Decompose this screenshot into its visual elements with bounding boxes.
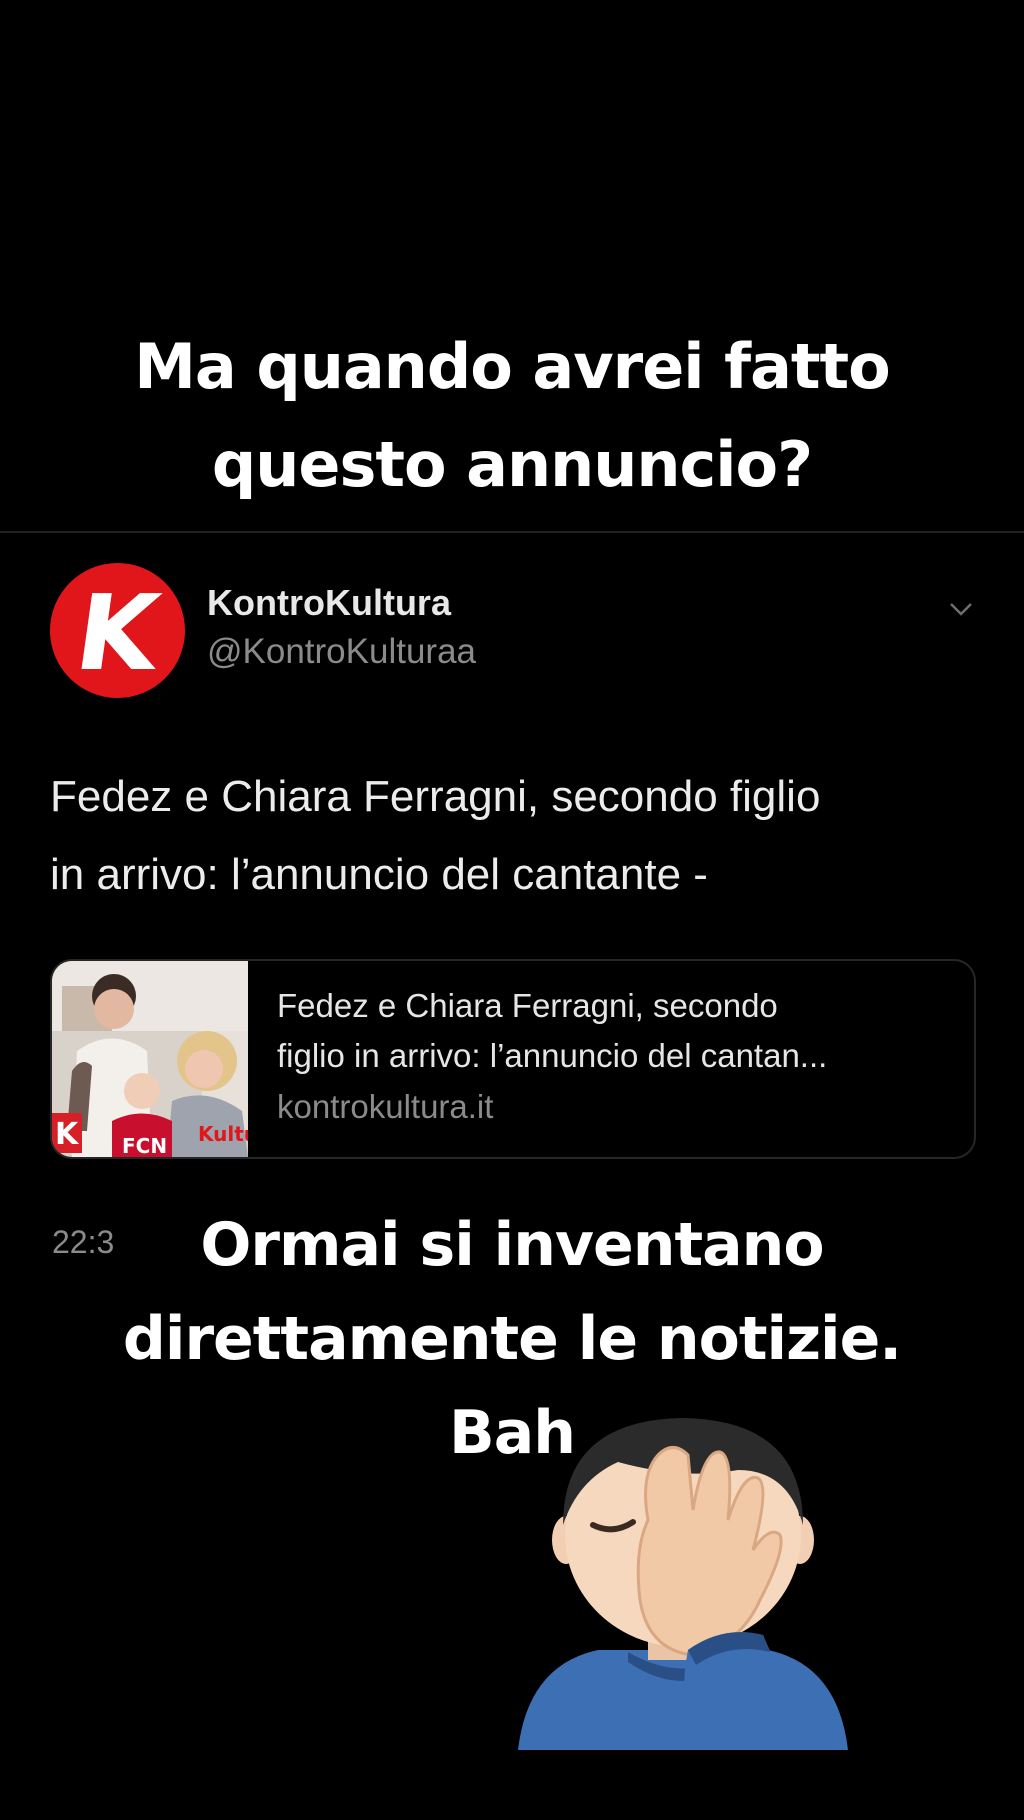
link-card-domain: kontrokultura.it: [277, 1088, 494, 1125]
svg-text:K: K: [55, 1117, 80, 1152]
caption-line: Ma quando avrei fatto: [134, 330, 891, 403]
chevron-down-icon[interactable]: [948, 596, 974, 622]
user-handle[interactable]: @KontroKulturaa: [207, 632, 476, 672]
link-card-title: Fedez e Chiara Ferragni, secondo figlio …: [277, 981, 957, 1081]
display-name[interactable]: KontroKultura: [207, 582, 451, 624]
avatar[interactable]: K: [50, 563, 185, 698]
man-facepalming-icon: [518, 1418, 848, 1750]
caption-line: Ormai si inventano: [200, 1210, 824, 1280]
tweet-text: Fedez e Chiara Ferragni, secondo figlio …: [50, 758, 980, 914]
caption-line: questo annuncio?: [211, 428, 813, 501]
svg-text:Kultur: Kultur: [198, 1122, 248, 1146]
tweet-text-line: in arrivo: l’annuncio del cantante -: [50, 850, 708, 899]
avatar-letter: K: [68, 571, 167, 694]
tweet-text-line: Fedez e Chiara Ferragni, secondo figlio: [50, 772, 821, 821]
divider: [0, 531, 1024, 533]
link-card-title-line: figlio in arrivo: l’annuncio del cantan.…: [277, 1037, 828, 1074]
link-card[interactable]: FCN K Kultur Fedez e Chiara Ferragni, se…: [50, 959, 976, 1159]
story-caption-top: Ma quando avrei fatto questo annuncio?: [0, 318, 1024, 514]
link-card-thumbnail: FCN K Kultur: [52, 961, 248, 1157]
caption-line: direttamente le notizie.: [122, 1304, 902, 1374]
svg-text:FCN: FCN: [122, 1134, 167, 1157]
link-card-title-line: Fedez e Chiara Ferragni, secondo: [277, 987, 778, 1024]
